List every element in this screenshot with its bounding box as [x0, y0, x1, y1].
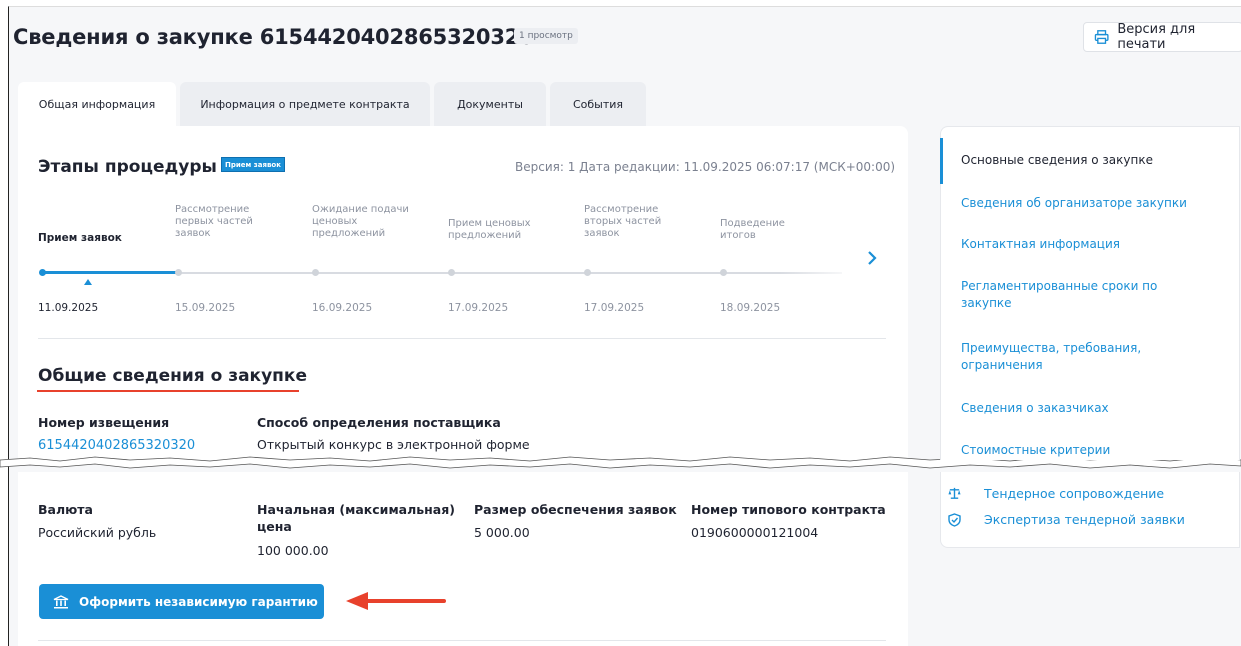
initial-price-label: Начальная (максимальная) цена — [257, 502, 455, 534]
sidebar-item-main-info[interactable]: Основные сведения о закупке — [961, 152, 1211, 169]
sidebar-item-contacts[interactable]: Контактная информация — [961, 236, 1211, 253]
print-button-label: Версия для печати — [1117, 22, 1196, 52]
tab-events[interactable]: События — [550, 82, 646, 126]
tab-label: Общая информация — [38, 97, 156, 111]
version-info: Версия: 1 Дата редакции: 11.09.2025 06:0… — [515, 160, 896, 174]
shield-check-icon — [948, 512, 964, 527]
stage-date: 17.09.2025 — [584, 302, 645, 314]
main-content-card-lower — [18, 472, 908, 646]
views-badge: 1 просмотр — [514, 28, 578, 44]
stage-label: Рассмотрение первых частей заявок — [175, 204, 253, 239]
stage-label: Рассмотрение вторых частей заявок — [584, 204, 662, 239]
stage-status-badge: Прием заявок — [221, 157, 285, 172]
contract-number-value: 0190600000121004 — [691, 525, 819, 540]
sidebar-item-customers[interactable]: Сведения о заказчиках — [961, 400, 1211, 417]
timeline-dot — [584, 269, 591, 276]
page-title: Сведения о закупке 6154420402865320320 — [13, 25, 534, 49]
timeline-fade — [780, 195, 860, 325]
security-size-value: 5 000.00 — [474, 525, 530, 540]
stages-title: Этапы процедуры — [38, 157, 217, 177]
chevron-right-icon[interactable] — [866, 250, 878, 270]
timeline-dot — [720, 269, 727, 276]
printer-icon — [1094, 30, 1109, 44]
current-stage-marker — [84, 279, 92, 285]
notice-number-label: Номер извещения — [38, 415, 170, 430]
contract-number-label: Номер типового контракта — [691, 502, 886, 517]
stage-date: 16.09.2025 — [312, 302, 373, 314]
sidebar-item-cost-criteria[interactable]: Стоимостные критерии — [961, 442, 1211, 459]
scales-icon — [948, 487, 964, 500]
method-label: Способ определения поставщика — [257, 415, 501, 430]
tender-expertise-link[interactable]: Экспертиза тендерной заявки — [948, 512, 1185, 527]
tender-expertise-label: Экспертиза тендерной заявки — [984, 512, 1185, 527]
security-size-label: Размер обеспечения заявок — [474, 502, 677, 517]
timeline-progress — [42, 271, 178, 274]
timeline-dot — [39, 269, 46, 276]
stage-label: Прием заявок — [38, 232, 122, 244]
guarantee-button-label: Оформить независимую гарантию — [79, 594, 318, 609]
title-underline-annotation — [37, 390, 299, 392]
tender-support-link[interactable]: Тендерное сопровождение — [948, 486, 1164, 501]
stage-date: 11.09.2025 — [38, 302, 99, 314]
tab-label: События — [572, 97, 624, 111]
sidebar-item-organizer[interactable]: Сведения об организаторе закупки — [961, 195, 1211, 212]
tab-label: Документы — [457, 97, 523, 111]
print-version-button[interactable]: Версия для печати — [1083, 22, 1241, 52]
stage-date: 15.09.2025 — [175, 302, 236, 314]
sidebar-item-requirements[interactable]: Преимущества, требования, ограничения — [961, 340, 1181, 374]
tab-contract-subject[interactable]: Информация о предмете контракта — [180, 82, 430, 126]
timeline-dot — [448, 269, 455, 276]
sidebar-services-card — [940, 472, 1240, 548]
section-divider — [38, 640, 886, 641]
tender-support-label: Тендерное сопровождение — [984, 486, 1165, 501]
issue-guarantee-button[interactable]: Оформить независимую гарантию — [39, 584, 324, 619]
tab-label: Информация о предмете контракта — [200, 97, 410, 111]
timeline-dot — [312, 269, 319, 276]
tab-documents[interactable]: Документы — [434, 82, 546, 126]
sidebar-item-deadlines[interactable]: Регламентированные сроки по закупке — [961, 278, 1181, 312]
sidebar-active-indicator — [940, 138, 943, 184]
currency-label: Валюта — [38, 502, 93, 517]
stage-label: Ожидание подачи ценовых предложений — [312, 204, 409, 239]
section-divider — [38, 338, 886, 339]
method-value: Открытый конкурс в электронной форме — [257, 437, 530, 452]
initial-price-value: 100 000.00 — [257, 543, 329, 558]
timeline-dot — [175, 269, 182, 276]
stage-date: 18.09.2025 — [720, 302, 781, 314]
bank-icon — [53, 594, 69, 608]
arrow-left-annotation-icon — [346, 592, 446, 610]
general-info-title: Общие сведения о закупке — [38, 366, 307, 386]
tab-bar: Общая информация Информация о предмете к… — [18, 82, 650, 126]
stage-date: 17.09.2025 — [448, 302, 509, 314]
tab-general-info[interactable]: Общая информация — [18, 82, 176, 126]
stage-label: Прием ценовых предложений — [448, 218, 531, 241]
notice-number-link[interactable]: 6154420402865320320 — [38, 438, 195, 453]
currency-value: Российский рубль — [38, 525, 157, 540]
